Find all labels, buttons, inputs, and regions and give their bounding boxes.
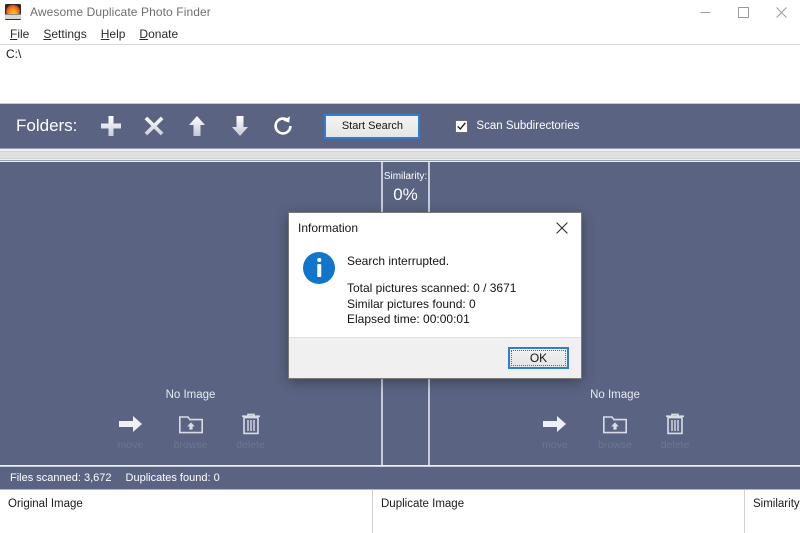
original-move-label: move	[118, 439, 144, 451]
status-bar: Files scanned: 3,672 Duplicates found: 0	[0, 466, 800, 489]
window-controls	[686, 0, 800, 24]
trash-icon	[665, 410, 685, 438]
files-scanned-status: Files scanned: 3,672	[10, 472, 112, 484]
app-flame-icon	[5, 4, 21, 20]
duplicate-actions: move browse	[430, 410, 800, 451]
duplicate-browse-button[interactable]: browse	[593, 410, 637, 451]
arrow-right-icon	[119, 410, 143, 438]
dialog-text-block: Search interrupted. Total pictures scann…	[347, 252, 516, 337]
dialog-close-icon[interactable]	[543, 213, 581, 243]
arrow-right-icon	[543, 410, 567, 438]
minimize-icon[interactable]	[686, 0, 724, 24]
dialog-body: Search interrupted. Total pictures scann…	[289, 243, 581, 337]
column-header-duplicate-image[interactable]: Duplicate Image	[373, 490, 745, 533]
dialog-title-bar: Information	[289, 213, 581, 243]
original-move-button[interactable]: move	[109, 410, 153, 451]
folders-label: Folders:	[16, 116, 77, 136]
dialog-message: Search interrupted.	[347, 254, 516, 268]
results-table-header: Original Image Duplicate Image Similarit…	[0, 489, 800, 533]
dialog-title: Information	[298, 221, 358, 235]
column-header-original-image[interactable]: Original Image	[0, 490, 373, 533]
duplicate-no-image-block: No Image move	[430, 389, 800, 451]
information-dialog: Information Search interrupted. Total pi…	[288, 212, 582, 379]
menu-bar: File Settings Help Donate	[0, 24, 800, 44]
duplicate-move-button[interactable]: move	[533, 410, 577, 451]
refresh-icon[interactable]	[271, 113, 295, 139]
checkmark-icon	[457, 122, 466, 131]
original-browse-button[interactable]: browse	[169, 410, 213, 451]
column-header-similarity[interactable]: Similarity	[745, 490, 800, 533]
similarity-value: 0%	[383, 184, 428, 206]
duplicates-found-status: Duplicates found: 0	[126, 472, 220, 484]
close-icon[interactable]	[762, 0, 800, 24]
folder-actions	[99, 113, 295, 139]
maximize-icon[interactable]	[724, 0, 762, 24]
menu-item-file[interactable]: File	[5, 26, 38, 42]
dialog-ok-button[interactable]: OK	[508, 347, 569, 369]
original-no-image-label: No Image	[0, 389, 381, 401]
title-bar: Awesome Duplicate Photo Finder	[0, 0, 800, 24]
duplicate-no-image-label: No Image	[430, 389, 800, 401]
start-search-button[interactable]: Start Search	[324, 114, 420, 139]
menu-item-help[interactable]: Help	[96, 26, 135, 42]
folder-up-icon	[603, 410, 627, 438]
dialog-detail-total-scanned: Total pictures scanned: 0 / 3671	[347, 281, 516, 297]
scan-subdirectories-checkbox[interactable]	[455, 120, 468, 133]
splitter-bar[interactable]	[0, 148, 800, 161]
folder-list[interactable]: C:\	[0, 44, 800, 104]
original-actions: move browse	[0, 410, 381, 451]
similarity-label: Similarity:	[383, 170, 428, 184]
original-delete-label: delete	[236, 439, 265, 451]
dialog-detail-similar-found: Similar pictures found: 0	[347, 297, 516, 313]
dialog-footer: OK	[289, 337, 581, 378]
scan-subdirectories-label: Scan Subdirectories	[476, 120, 579, 132]
original-delete-button[interactable]: delete	[229, 410, 273, 451]
move-folder-down-button[interactable]	[228, 113, 252, 139]
folder-list-item[interactable]: C:\	[4, 47, 800, 62]
window-title: Awesome Duplicate Photo Finder	[30, 5, 211, 19]
trash-icon	[241, 410, 261, 438]
dialog-detail-elapsed-time: Elapsed time: 00:00:01	[347, 312, 516, 328]
move-folder-up-button[interactable]	[185, 113, 209, 139]
remove-folder-button[interactable]	[142, 113, 166, 139]
duplicate-delete-button[interactable]: delete	[653, 410, 697, 451]
menu-item-settings[interactable]: Settings	[38, 26, 95, 42]
menu-item-donate[interactable]: Donate	[134, 26, 187, 42]
original-no-image-block: No Image move	[0, 389, 381, 451]
add-folder-button[interactable]	[99, 113, 123, 139]
similarity-readout: Similarity: 0%	[383, 170, 428, 206]
toolbar: Folders:	[0, 104, 800, 148]
info-icon	[303, 252, 335, 284]
original-browse-label: browse	[174, 439, 208, 451]
duplicate-move-label: move	[542, 439, 568, 451]
scan-subdirectories-option[interactable]: Scan Subdirectories	[455, 120, 579, 133]
duplicate-delete-label: delete	[661, 439, 690, 451]
folder-up-icon	[179, 410, 203, 438]
duplicate-browse-label: browse	[598, 439, 632, 451]
